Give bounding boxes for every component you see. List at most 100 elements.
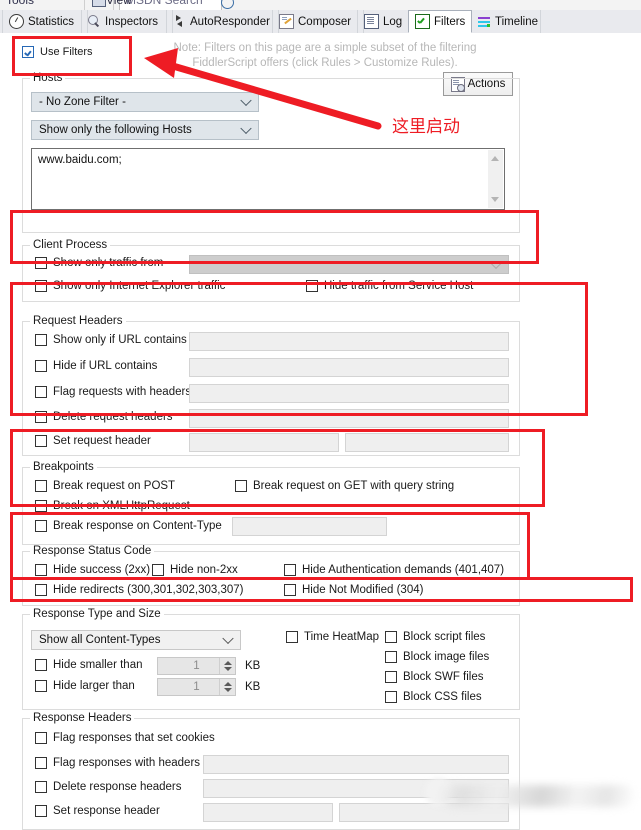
stepper-down-icon[interactable] — [223, 688, 232, 692]
hide-if-url-contains-input[interactable] — [189, 358, 509, 377]
hide-larger-than-label: Hide larger than — [53, 680, 135, 692]
hide-service-host-row[interactable]: Hide traffic from Service Host — [306, 280, 473, 292]
flag-responses-with-headers-row[interactable]: Flag responses with headers — [35, 757, 200, 769]
scroll-down-icon[interactable] — [491, 197, 499, 202]
block-image-files-checkbox[interactable] — [385, 651, 397, 663]
delete-response-headers-row[interactable]: Delete response headers — [35, 781, 182, 793]
tab-composer[interactable]: Composer — [272, 10, 364, 33]
set-request-header-row[interactable]: Set request header — [35, 435, 151, 447]
hide-redirects-checkbox[interactable] — [35, 584, 47, 596]
tab-filters[interactable]: Filters — [408, 10, 472, 33]
delete-response-headers-input[interactable] — [203, 779, 509, 798]
show-only-traffic-from-row[interactable]: Show only traffic from — [35, 257, 163, 269]
hide-success-row[interactable]: Hide success (2xx) — [35, 564, 150, 576]
hide-smaller-than-stepper[interactable]: 1 — [157, 657, 236, 675]
set-request-header-name-input[interactable] — [189, 433, 339, 452]
set-response-header-value-input[interactable] — [339, 803, 509, 822]
show-only-if-url-contains-checkbox[interactable] — [35, 334, 47, 346]
flag-responses-with-headers-input[interactable] — [203, 755, 509, 774]
zone-filter-combo[interactable]: - No Zone Filter - — [31, 92, 259, 112]
hide-redirects-row[interactable]: Hide redirects (300,301,302,303,307) — [35, 584, 244, 596]
tab-composer-label: Composer — [298, 15, 352, 28]
hide-auth-demands-checkbox[interactable] — [284, 564, 296, 576]
delete-request-headers-checkbox[interactable] — [35, 411, 47, 423]
request-headers-legend: Request Headers — [30, 315, 126, 327]
hide-not-modified-checkbox[interactable] — [284, 584, 296, 596]
show-only-if-url-contains-input[interactable] — [189, 332, 509, 351]
hide-if-url-contains-row[interactable]: Hide if URL contains — [35, 360, 157, 372]
break-request-on-post-checkbox[interactable] — [35, 480, 47, 492]
break-response-on-content-type-checkbox[interactable] — [35, 520, 47, 532]
flag-requests-with-headers-input[interactable] — [189, 384, 509, 403]
delete-request-headers-row[interactable]: Delete request headers — [35, 411, 173, 423]
flag-requests-with-headers-checkbox[interactable] — [35, 386, 47, 398]
tab-statistics[interactable]: Statistics — [2, 10, 88, 33]
stepper-buttons[interactable] — [219, 658, 235, 674]
stepper-down-icon[interactable] — [223, 667, 232, 671]
content-types-combo[interactable]: Show all Content-Types — [31, 630, 241, 650]
break-request-on-get-row[interactable]: Break request on GET with query string — [235, 480, 454, 492]
filters-note-line1: Note: Filters on this page are a simple … — [173, 42, 477, 54]
toolbar-fragment-left[interactable]: Tools — [6, 0, 34, 7]
toolbar-fragment-right[interactable]: MSDN Search — [126, 0, 203, 7]
hide-service-host-checkbox[interactable] — [306, 280, 318, 292]
stepper-buttons[interactable] — [219, 679, 235, 695]
break-on-xhr-row[interactable]: Break on XMLHttpRequest — [35, 500, 190, 512]
delete-response-headers-checkbox[interactable] — [35, 781, 47, 793]
hide-if-url-contains-checkbox[interactable] — [35, 360, 47, 372]
time-heatmap-checkbox[interactable] — [286, 631, 298, 643]
block-script-files-checkbox[interactable] — [385, 631, 397, 643]
hosts-scrollbar[interactable] — [488, 150, 503, 208]
host-filter-combo[interactable]: Show only the following Hosts — [31, 120, 259, 140]
hide-success-checkbox[interactable] — [35, 564, 47, 576]
flag-requests-with-headers-row[interactable]: Flag requests with headers — [35, 386, 191, 398]
break-request-on-post-row[interactable]: Break request on POST — [35, 480, 175, 492]
tab-timeline[interactable]: Timeline — [471, 10, 541, 33]
show-only-ie-traffic-checkbox[interactable] — [35, 280, 47, 292]
show-only-traffic-from-checkbox[interactable] — [35, 257, 47, 269]
set-request-header-checkbox[interactable] — [35, 435, 47, 447]
break-response-content-type-input[interactable] — [232, 517, 387, 536]
tab-inspectors[interactable]: Inspectors — [81, 10, 173, 33]
block-swf-files-checkbox[interactable] — [385, 671, 397, 683]
block-css-files-checkbox[interactable] — [385, 691, 397, 703]
flag-responses-with-headers-checkbox[interactable] — [35, 757, 47, 769]
hosts-textarea[interactable]: www.baidu.com; — [31, 148, 505, 210]
block-script-files-row[interactable]: Block script files — [385, 631, 485, 643]
block-image-files-row[interactable]: Block image files — [385, 651, 489, 663]
use-filters-row[interactable]: Use Filters — [22, 46, 93, 58]
tab-autoresponder[interactable]: AutoResponder — [166, 10, 279, 33]
delete-request-headers-input[interactable] — [189, 409, 509, 428]
flag-responses-set-cookies-row[interactable]: Flag responses that set cookies — [35, 732, 215, 744]
client-process-combo[interactable] — [189, 255, 509, 274]
hide-auth-demands-row[interactable]: Hide Authentication demands (401,407) — [284, 564, 504, 576]
tab-timeline-label: Timeline — [495, 15, 539, 28]
block-image-files-label: Block image files — [403, 651, 490, 663]
hide-larger-than-checkbox[interactable] — [35, 680, 47, 692]
time-heatmap-row[interactable]: Time HeatMap — [286, 631, 379, 643]
use-filters-checkbox[interactable] — [22, 46, 34, 58]
set-request-header-value-input[interactable] — [345, 433, 509, 452]
block-css-files-row[interactable]: Block CSS files — [385, 691, 482, 703]
set-response-header-name-input[interactable] — [203, 803, 333, 822]
hide-larger-than-row[interactable]: Hide larger than — [35, 680, 135, 692]
show-only-ie-traffic-row[interactable]: Show only Internet Explorer traffic — [35, 280, 225, 292]
show-only-if-url-contains-row[interactable]: Show only if URL contains — [35, 334, 187, 346]
hide-non-2xx-checkbox[interactable] — [152, 564, 164, 576]
tab-log[interactable]: Log — [357, 10, 410, 33]
flag-responses-set-cookies-checkbox[interactable] — [35, 732, 47, 744]
hosts-text-value: www.baidu.com; — [38, 154, 122, 166]
break-on-xhr-checkbox[interactable] — [35, 500, 47, 512]
hide-larger-than-stepper[interactable]: 1 — [157, 678, 236, 696]
stepper-up-icon[interactable] — [223, 682, 232, 686]
hide-not-modified-row[interactable]: Hide Not Modified (304) — [284, 584, 423, 596]
break-request-on-get-checkbox[interactable] — [235, 480, 247, 492]
delete-request-headers-label: Delete request headers — [53, 411, 173, 423]
break-response-on-content-type-row[interactable]: Break response on Content-Type — [35, 520, 222, 532]
hide-non-2xx-row[interactable]: Hide non-2xx — [152, 564, 238, 576]
scroll-up-icon[interactable] — [491, 156, 499, 161]
hide-smaller-than-checkbox[interactable] — [35, 659, 47, 671]
hide-smaller-than-row[interactable]: Hide smaller than — [35, 659, 142, 671]
stepper-up-icon[interactable] — [223, 661, 232, 665]
block-swf-files-row[interactable]: Block SWF files — [385, 671, 484, 683]
